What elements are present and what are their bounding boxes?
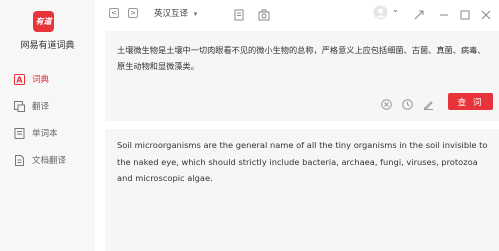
svg-text:A: A [16,76,23,85]
screenshot-translate-icon[interactable] [258,6,270,21]
top-toolbar: < > 英汉互译 ▾ ⌄ [95,0,499,26]
minimize-icon[interactable] [438,6,450,18]
sidebar-item-label: 翻译 [32,102,50,112]
chevron-down-icon: ▾ [193,10,198,18]
query-button[interactable]: 查 词 [448,93,493,110]
sidebar: 有道 网易有道词典 A 词典 翻译 单词本 文档翻译 [0,0,95,251]
document-translate-icon [14,155,25,166]
sidebar-item-translate[interactable]: 翻译 [0,97,95,115]
back-button[interactable]: < [109,8,119,18]
handwriting-icon[interactable] [423,95,434,110]
clear-icon[interactable] [381,95,392,110]
sidebar-item-label: 文档翻译 [32,156,67,166]
sidebar-item-label: 单词本 [32,129,58,139]
language-select[interactable]: 英汉互译 ▾ [154,7,197,19]
translate-icon [14,101,25,112]
dictionary-icon: A [14,74,25,85]
wordbook-icon [14,128,25,139]
avatar-icon[interactable] [373,5,388,20]
sidebar-item-document-translate[interactable]: 文档翻译 [0,151,95,169]
forward-button[interactable]: > [128,8,138,18]
input-text[interactable]: 土壤微生物是土壤中一切肉眼看不见的微小生物的总称，严格意义上应包括细菌、古菌、真… [117,43,493,74]
close-icon[interactable] [480,6,492,20]
app-logo: 有道 [33,11,54,32]
history-icon[interactable] [402,95,413,110]
app-name: 网易有道词典 [20,41,75,51]
user-menu-caret[interactable]: ⌄ [392,5,399,14]
main-panel: < > 英汉互译 ▾ ⌄ 土壤微生物是土壤中一切肉眼看不见的微小生物的总称，严格 [95,0,499,251]
shrink-icon[interactable] [413,6,425,20]
language-label: 英汉互译 [154,9,189,19]
sidebar-item-label: 词典 [32,75,50,85]
input-area[interactable]: 土壤微生物是土壤中一切肉眼看不见的微小生物的总称，严格意义上应包括细菌、古菌、真… [105,31,499,121]
clipboard-icon[interactable] [233,6,245,21]
result-area: Soil microorganisms are the general name… [105,129,499,251]
sidebar-item-wordbook[interactable]: 单词本 [0,124,95,142]
translation-result: Soil microorganisms are the general name… [117,140,488,183]
logo-text: 有道 [35,17,52,26]
maximize-icon[interactable] [459,6,471,20]
sidebar-item-dictionary[interactable]: A 词典 [0,70,95,88]
